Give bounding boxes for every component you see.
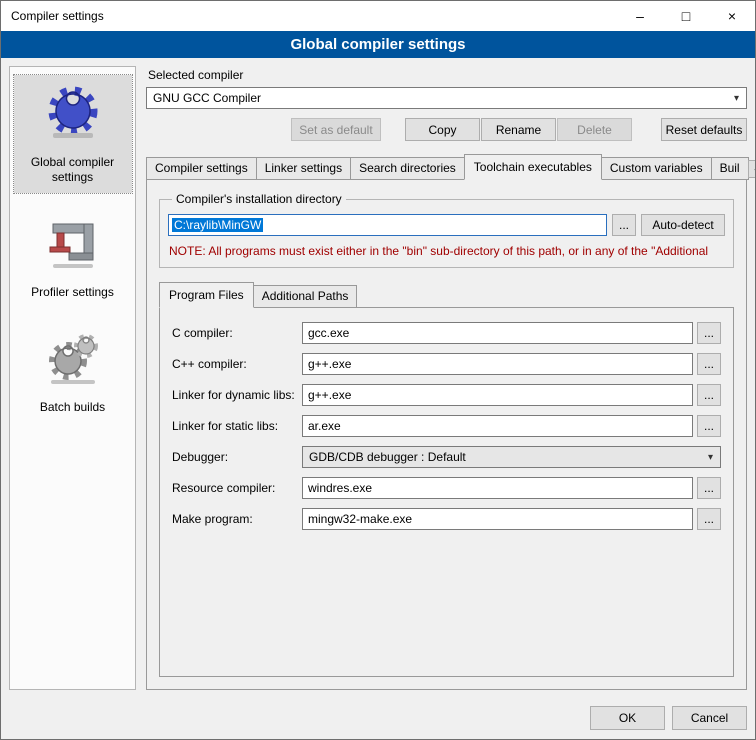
tab-additional-paths[interactable]: Additional Paths [253, 285, 358, 308]
reset-defaults-button[interactable]: Reset defaults [661, 118, 747, 141]
selected-compiler-label: Selected compiler [148, 68, 747, 82]
selected-compiler-value: GNU GCC Compiler [153, 91, 261, 105]
debugger-dropdown[interactable]: GDB/CDB debugger : Default ▾ [302, 446, 721, 468]
sidebar-item-label: Profiler settings [31, 285, 114, 300]
rename-button[interactable]: Rename [481, 118, 556, 141]
debugger-label: Debugger: [172, 450, 300, 464]
tab-scroll-controls: ◄ ► [748, 160, 755, 178]
static-linker-input[interactable] [302, 415, 693, 437]
dynamic-linker-browse-button[interactable]: ... [697, 384, 721, 406]
tab-compiler-settings[interactable]: Compiler settings [146, 157, 257, 180]
maximize-button[interactable]: □ [663, 1, 709, 31]
chevron-down-icon: ▾ [708, 452, 713, 463]
main-content: Selected compiler GNU GCC Compiler ▾ Set… [146, 66, 747, 690]
dialog-footer: OK Cancel [1, 698, 755, 739]
gray-gears-icon [41, 326, 105, 390]
installation-directory-group-title: Compiler's installation directory [172, 192, 346, 206]
toolchain-executables-panel: Compiler's installation directory C:\ray… [146, 179, 747, 690]
bin-subdirectory-note: NOTE: All programs must exist either in … [169, 244, 724, 258]
toolchain-fields: C compiler: ... C++ compiler: ... Linker… [172, 322, 721, 530]
c-compiler-input[interactable] [302, 322, 693, 344]
clamp-icon [41, 211, 105, 275]
delete-button[interactable]: Delete [557, 118, 632, 141]
cpp-compiler-input[interactable] [302, 353, 693, 375]
settings-tab-bar: Compiler settings Linker settings Search… [146, 154, 747, 180]
installation-directory-input[interactable]: C:\raylib\MinGW [168, 214, 607, 236]
cpp-compiler-label: C++ compiler: [172, 357, 300, 371]
resource-compiler-label: Resource compiler: [172, 481, 300, 495]
tab-custom-variables[interactable]: Custom variables [601, 157, 712, 180]
debugger-value: GDB/CDB debugger : Default [309, 450, 466, 464]
resource-compiler-input[interactable] [302, 477, 693, 499]
installation-directory-group: Compiler's installation directory C:\ray… [159, 192, 734, 268]
tab-build-options-truncated[interactable]: Buil [711, 157, 749, 180]
tab-search-directories[interactable]: Search directories [350, 157, 465, 180]
cancel-button[interactable]: Cancel [672, 706, 747, 730]
dialog-header-title: Global compiler settings [1, 31, 755, 58]
tab-linker-settings[interactable]: Linker settings [256, 157, 351, 180]
window-title: Compiler settings [1, 9, 104, 23]
titlebar[interactable]: Compiler settings – □ × [1, 1, 755, 31]
c-compiler-browse-button[interactable]: ... [697, 322, 721, 344]
minimize-button[interactable]: – [617, 1, 663, 31]
installation-directory-browse-button[interactable]: ... [612, 214, 636, 236]
sidebar-item-label: Global compiler settings [16, 155, 130, 185]
tab-scroll-left-button[interactable]: ◄ [748, 160, 755, 178]
program-files-tab-bar: Program Files Additional Paths [159, 282, 734, 308]
installation-directory-row: C:\raylib\MinGW ... Auto-detect [168, 214, 725, 236]
blue-gear-icon [41, 81, 105, 145]
compiler-settings-window: Compiler settings – □ × Global compiler … [0, 0, 756, 740]
static-linker-browse-button[interactable]: ... [697, 415, 721, 437]
program-files-panel: C compiler: ... C++ compiler: ... Linker… [159, 307, 734, 677]
set-as-default-button[interactable]: Set as default [291, 118, 381, 141]
c-compiler-label: C compiler: [172, 326, 300, 340]
auto-detect-button[interactable]: Auto-detect [641, 214, 725, 236]
selected-compiler-dropdown[interactable]: GNU GCC Compiler ▾ [146, 87, 747, 109]
chevron-down-icon: ▾ [734, 93, 739, 104]
close-button[interactable]: × [709, 1, 755, 31]
settings-category-sidebar: Global compiler settings Profiler settin… [9, 66, 136, 690]
installation-directory-value: C:\raylib\MinGW [172, 218, 263, 232]
window-controls: – □ × [617, 1, 755, 31]
ok-button[interactable]: OK [590, 706, 665, 730]
compiler-action-buttons: Set as default Copy Rename Delete Reset … [146, 118, 747, 141]
sidebar-item-global-compiler-settings[interactable]: Global compiler settings [14, 75, 132, 193]
copy-button[interactable]: Copy [405, 118, 480, 141]
dynamic-linker-input[interactable] [302, 384, 693, 406]
sidebar-item-profiler-settings[interactable]: Profiler settings [14, 205, 132, 308]
cpp-compiler-browse-button[interactable]: ... [697, 353, 721, 375]
sidebar-item-label: Batch builds [40, 400, 105, 415]
make-program-input[interactable] [302, 508, 693, 530]
make-program-label: Make program: [172, 512, 300, 526]
tab-toolchain-executables[interactable]: Toolchain executables [464, 154, 602, 180]
dialog-body: Global compiler settings Profiler settin… [1, 58, 755, 698]
make-program-browse-button[interactable]: ... [697, 508, 721, 530]
dynamic-linker-label: Linker for dynamic libs: [172, 388, 300, 402]
sidebar-item-batch-builds[interactable]: Batch builds [14, 320, 132, 423]
static-linker-label: Linker for static libs: [172, 419, 300, 433]
tab-program-files[interactable]: Program Files [159, 282, 254, 308]
resource-compiler-browse-button[interactable]: ... [697, 477, 721, 499]
